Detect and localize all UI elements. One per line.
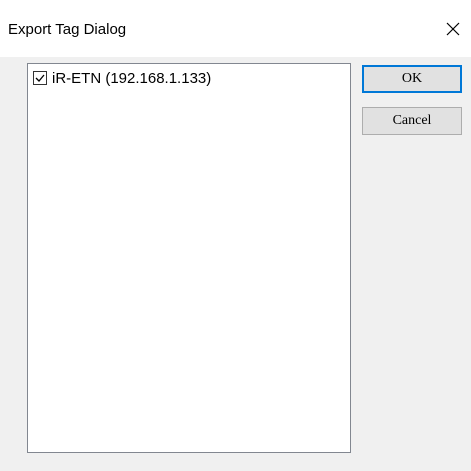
export-tag-dialog: Export Tag Dialog iR-ETN (192.168.1.133)… [0, 0, 471, 471]
list-item[interactable]: iR-ETN (192.168.1.133) [33, 68, 211, 88]
close-icon [446, 22, 460, 36]
device-label: iR-ETN (192.168.1.133) [52, 69, 212, 87]
dialog-title: Export Tag Dialog [8, 21, 127, 38]
close-button[interactable] [435, 12, 471, 46]
ok-button[interactable]: OK [362, 65, 462, 93]
title-bar: Export Tag Dialog [0, 0, 471, 57]
cancel-button[interactable]: Cancel [362, 107, 462, 135]
device-checkbox[interactable] [33, 71, 47, 85]
checkmark-icon [35, 74, 45, 82]
device-listbox[interactable]: iR-ETN (192.168.1.133) [27, 63, 351, 453]
